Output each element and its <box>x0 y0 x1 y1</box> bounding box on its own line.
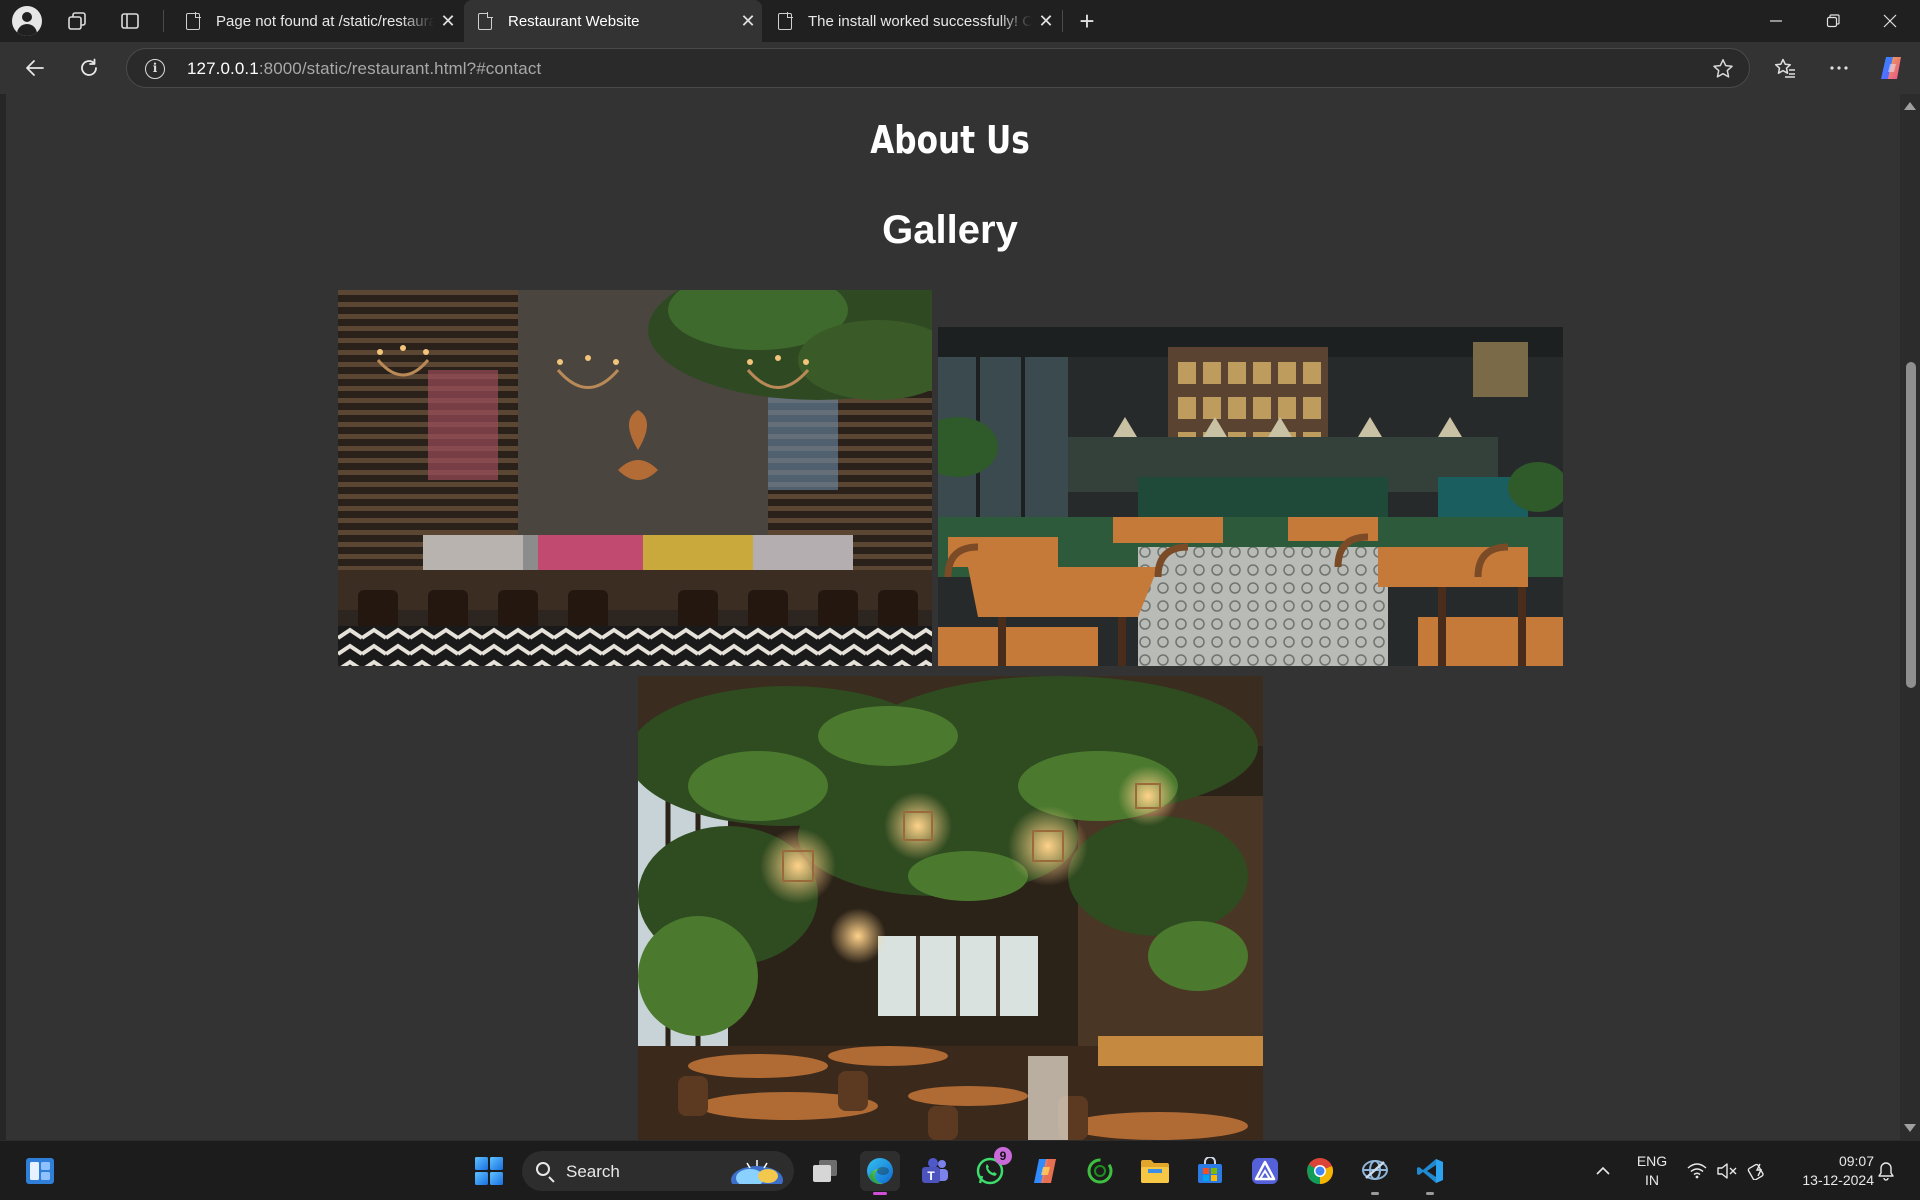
gallery-image-restaurant-bar <box>938 327 1563 666</box>
teams-icon[interactable]: T <box>915 1151 955 1191</box>
address-bar[interactable]: i 127.0.0.1:8000/static/restaurant.html?… <box>126 48 1750 88</box>
close-tab-icon[interactable]: ✕ <box>734 11 762 32</box>
close-tab-icon[interactable]: ✕ <box>1032 11 1060 32</box>
clock-time: 09:07 <box>1838 1153 1874 1169</box>
page-icon <box>186 11 201 30</box>
microsoft-store-icon[interactable] <box>1190 1151 1230 1191</box>
system-clock[interactable]: 09:07 13-12-2024 <box>1780 1152 1874 1190</box>
gallery-image-dining-room <box>338 290 932 666</box>
taskbar-search-box[interactable]: Search <box>522 1151 794 1191</box>
gallery-heading: Gallery <box>882 208 1018 252</box>
gallery-image-greenery-restaurant <box>638 676 1263 1140</box>
web-page-content: About Us Gallery <box>0 94 1920 1140</box>
notification-badge: 9 <box>994 1147 1012 1165</box>
whatsapp-icon[interactable]: 9 <box>970 1147 1012 1191</box>
volume-muted-icon[interactable] <box>1715 1141 1739 1200</box>
circular-sync-app-icon[interactable] <box>1080 1151 1120 1191</box>
profile-avatar-icon[interactable] <box>12 6 42 36</box>
tab-page-not-found[interactable]: Page not found at /static/restaurant.htm… <box>172 0 462 42</box>
widgets-icon[interactable] <box>20 1151 60 1191</box>
scroll-up-arrow-icon[interactable] <box>1904 102 1916 110</box>
running-app-indicator <box>1371 1192 1379 1195</box>
new-tab-plus-icon[interactable]: + <box>1074 6 1100 36</box>
notification-bell-icon[interactable] <box>1874 1141 1898 1200</box>
tab-title: Restaurant Website <box>508 12 640 30</box>
copilot-app-icon[interactable] <box>1025 1151 1065 1191</box>
copilot-icon[interactable] <box>1876 53 1906 83</box>
favorite-star-icon[interactable] <box>1711 57 1735 81</box>
page-icon <box>778 11 793 30</box>
search-icon <box>536 1162 550 1176</box>
tab-restaurant-website[interactable]: Restaurant Website ✕ <box>464 0 762 42</box>
url-text[interactable]: 127.0.0.1:8000/static/restaurant.html?#c… <box>187 59 541 79</box>
search-label: Search <box>566 1162 620 1181</box>
page-scrollbar[interactable] <box>1900 94 1920 1140</box>
file-explorer-icon[interactable] <box>1135 1151 1175 1191</box>
close-tab-icon[interactable]: ✕ <box>434 11 462 32</box>
restore-window-icon[interactable] <box>1805 0 1861 42</box>
workspaces-icon[interactable] <box>64 8 90 34</box>
tab-separator <box>163 10 164 32</box>
browser-toolbar: i 127.0.0.1:8000/static/restaurant.html?… <box>0 42 1920 94</box>
windows-start-icon[interactable] <box>469 1151 509 1191</box>
tab-separator <box>1062 10 1063 32</box>
minimize-window-icon[interactable] <box>1748 0 1804 42</box>
about-us-heading: About Us <box>870 118 1030 162</box>
clock-date: 13-12-2024 <box>1802 1172 1874 1188</box>
windows-taskbar: Search T 9 ENG IN 09:07 13-12-2024 <box>0 1140 1920 1200</box>
wifi-icon[interactable] <box>1685 1141 1709 1200</box>
scrollbar-thumb[interactable] <box>1906 362 1916 688</box>
tab-title: The install worked successfully! Congrat… <box>808 12 1032 30</box>
task-view-icon[interactable] <box>805 1151 845 1191</box>
network-globe-app-icon[interactable] <box>1355 1151 1395 1195</box>
show-hidden-icons-chevron-icon[interactable] <box>1588 1141 1618 1200</box>
tab-title: Page not found at /static/restaurant.htm… <box>216 12 434 30</box>
edge-browser-icon[interactable] <box>860 1151 900 1195</box>
input-language-indicator[interactable]: ENG IN <box>1632 1152 1672 1190</box>
triangle-app-icon[interactable] <box>1245 1151 1285 1191</box>
running-app-indicator <box>1426 1192 1434 1195</box>
chrome-browser-icon[interactable] <box>1300 1151 1340 1191</box>
favorites-collection-icon[interactable] <box>1770 53 1800 83</box>
refresh-icon[interactable] <box>74 53 104 83</box>
back-arrow-icon[interactable] <box>20 53 50 83</box>
svg-text:T: T <box>927 1169 935 1183</box>
close-window-icon[interactable] <box>1862 0 1918 42</box>
scroll-down-arrow-icon[interactable] <box>1904 1124 1916 1132</box>
site-info-icon[interactable]: i <box>145 59 165 79</box>
battery-charging-icon[interactable] <box>1745 1141 1769 1200</box>
active-app-indicator <box>873 1192 887 1195</box>
more-options-icon[interactable] <box>1824 53 1854 83</box>
browser-tab-strip: Page not found at /static/restaurant.htm… <box>0 0 1920 42</box>
search-highlight-art-icon <box>731 1160 783 1184</box>
page-icon <box>478 11 493 30</box>
vscode-icon[interactable] <box>1410 1151 1450 1195</box>
vertical-tabs-icon[interactable] <box>117 8 143 34</box>
tab-install-worked[interactable]: The install worked successfully! Congrat… <box>764 0 1060 42</box>
